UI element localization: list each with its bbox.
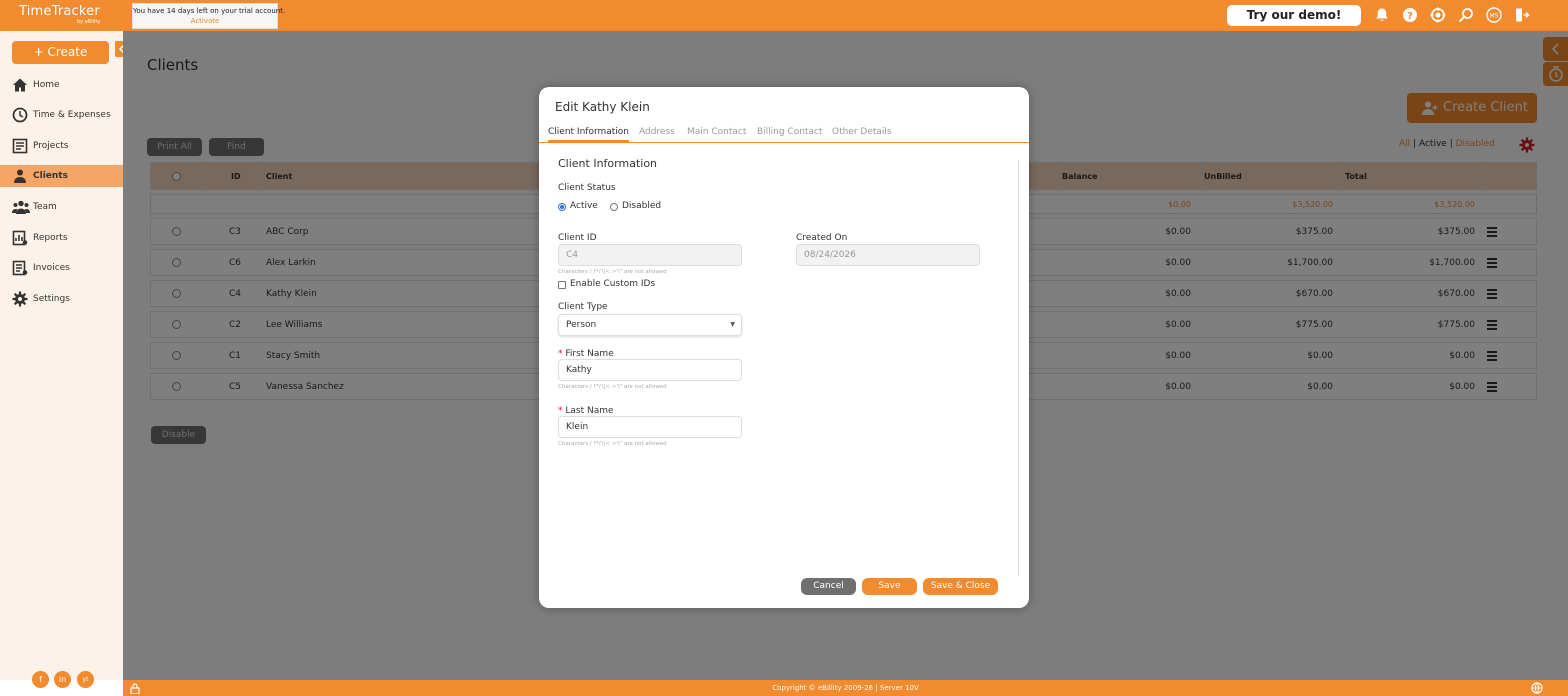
created-on-field[interactable]: 08/24/2026 [796, 244, 980, 266]
sidebar-item-team[interactable]: Team [0, 196, 123, 218]
sidebar-item-invoices[interactable]: Invoices [0, 257, 123, 279]
first-name-label: * First Name [558, 349, 614, 359]
client-type-value: Person [566, 320, 597, 330]
required-marker: * [558, 349, 563, 359]
tab-billing-contact[interactable]: Billing Contact [757, 127, 822, 137]
top-bar: TimeTracker by eBility You have 14 days … [0, 0, 1568, 31]
client-icon [14, 169, 26, 183]
scrollbar-track[interactable] [1018, 160, 1019, 576]
svg-text:?: ? [1407, 11, 1413, 22]
status-active-radio[interactable] [558, 203, 566, 211]
last-name-hint: Characters / !*\'\|< >'\" are not allowe… [558, 441, 667, 447]
activate-link[interactable]: Activate [133, 17, 277, 25]
client-id-hint: Characters / !*\'\|< >'\" are not allowe… [558, 269, 667, 275]
sidebar-item-home[interactable]: Home [0, 74, 123, 96]
facebook-icon[interactable]: f [32, 671, 49, 688]
ai-assistant-icon[interactable] [1430, 7, 1446, 23]
sidebar-item-time-expenses[interactable]: Time & Expenses [0, 104, 123, 126]
clock-icon [12, 107, 28, 123]
gear-icon [12, 291, 28, 307]
sidebar-item-reports[interactable]: Reports [0, 227, 123, 249]
first-name-label-text: First Name [565, 349, 614, 359]
invoices-icon [12, 260, 28, 276]
client-type-select[interactable]: Person ▼ [558, 314, 742, 336]
try-demo-button[interactable]: Try our demo! [1227, 5, 1361, 26]
sidebar-item-label: Team [33, 202, 57, 212]
required-marker: * [558, 406, 563, 416]
created-on-label: Created On [796, 233, 848, 243]
sidebar-item-label: Home [33, 80, 60, 90]
home-icon [13, 78, 27, 92]
section-title: Client Information [558, 157, 658, 170]
bell-icon[interactable] [1374, 7, 1390, 23]
status-disabled-label[interactable]: Disabled [622, 201, 661, 211]
tab-address[interactable]: Address [639, 127, 675, 137]
tab-client-information[interactable]: Client Information [548, 127, 630, 143]
last-name-label-text: Last Name [565, 406, 614, 416]
sidebar-item-clients[interactable]: Clients [0, 165, 123, 187]
lock-icon[interactable] [130, 683, 140, 694]
sidebar-item-label: Time & Expenses [33, 110, 111, 120]
sidebar-item-label: Invoices [33, 263, 70, 273]
first-name-hint: Characters / !*\'\|< >'\" are not allowe… [558, 384, 667, 390]
linkedin-icon[interactable]: in [54, 671, 71, 688]
team-icon [12, 200, 30, 214]
last-name-label: * Last Name [558, 406, 614, 416]
tab-other-details[interactable]: Other Details [832, 127, 892, 137]
sidebar-item-settings[interactable]: Settings [0, 288, 123, 310]
trial-banner: You have 14 days left on your trial acco… [132, 3, 286, 29]
save-and-close-button[interactable]: Save & Close [923, 578, 998, 595]
sidebar-item-label: Reports [33, 233, 68, 243]
chevron-down-icon: ▼ [730, 321, 735, 328]
sidebar: + Create Home Time & Expenses Projects C… [0, 31, 130, 688]
client-type-label: Client Type [558, 302, 608, 312]
status-disabled-radio[interactable] [610, 203, 618, 211]
client-status-label: Client Status [558, 183, 616, 193]
svg-text:MS: MS [1490, 13, 1499, 20]
create-button[interactable]: + Create [12, 41, 109, 64]
sidebar-item-label: Clients [33, 171, 68, 181]
reports-icon [12, 230, 28, 246]
last-name-field[interactable]: Klein [558, 416, 742, 438]
cancel-button[interactable]: Cancel [801, 578, 856, 595]
sidebar-item-projects[interactable]: Projects [0, 135, 123, 157]
first-name-field[interactable]: Kathy [558, 359, 742, 381]
avatar[interactable]: MS [1486, 7, 1502, 23]
client-id-field[interactable]: C4 [558, 244, 742, 266]
status-active-label[interactable]: Active [570, 201, 598, 211]
help-icon[interactable]: ? [1402, 7, 1418, 23]
copyright-text: Copyright © eBillity 2009-26 | Server 10… [772, 684, 919, 692]
edit-client-dialog: Edit Kathy Klein Client Information Addr… [539, 87, 1029, 608]
search-icon[interactable] [1458, 7, 1474, 23]
sidebar-item-label: Settings [33, 294, 70, 304]
globe-icon[interactable] [1531, 682, 1543, 694]
sidebar-item-label: Projects [33, 141, 69, 151]
app-name: TimeTracker [19, 4, 100, 19]
dialog-tabs: Client Information Address Main Contact … [539, 126, 1029, 143]
dialog-title: Edit Kathy Klein [555, 100, 650, 114]
app-logo[interactable]: TimeTracker by eBility [19, 4, 100, 25]
projects-icon [12, 138, 28, 154]
enable-custom-ids-checkbox[interactable] [558, 281, 566, 289]
trial-message: You have 14 days left on your trial acco… [133, 7, 286, 15]
footer: Copyright © eBillity 2009-26 | Server 10… [123, 680, 1568, 696]
youtube-icon[interactable]: yt [77, 671, 94, 688]
client-id-label: Client ID [558, 233, 597, 243]
enable-custom-ids-label[interactable]: Enable Custom IDs [570, 279, 655, 289]
logout-icon[interactable] [1514, 7, 1530, 23]
save-button[interactable]: Save [862, 578, 917, 595]
tab-main-contact[interactable]: Main Contact [687, 127, 746, 137]
app-by-line: by eBility [77, 19, 101, 25]
